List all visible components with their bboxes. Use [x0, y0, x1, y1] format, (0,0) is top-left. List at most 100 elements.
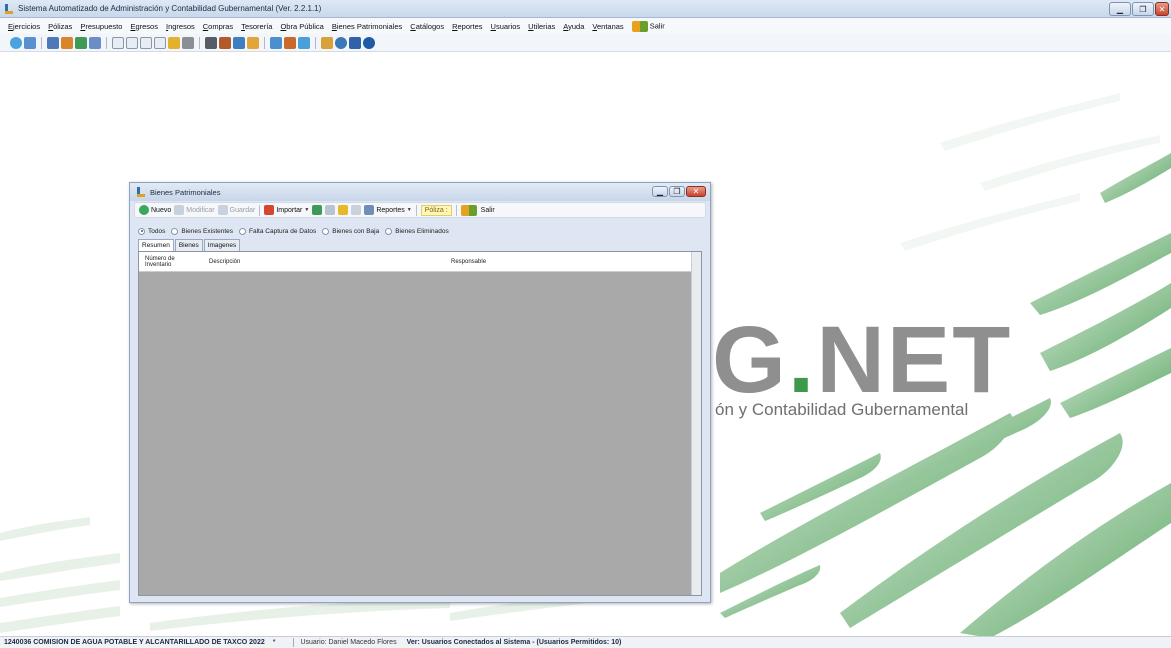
column-numero-line2: Inventario [145, 262, 172, 268]
toolbar-divider [415, 204, 417, 216]
menu-reportes[interactable]: Reportes [452, 22, 482, 31]
main-toolbar [0, 34, 1171, 52]
logo-net: NET [816, 307, 1013, 413]
toolbar-divider [199, 36, 200, 49]
column-responsable[interactable]: Responsable [451, 252, 486, 272]
menu-egresos[interactable]: Egresos [130, 22, 158, 31]
column-descripcion[interactable]: Descripción [209, 252, 240, 272]
reportes-button[interactable]: Reportes ▼ [364, 205, 412, 215]
tab-imagenes[interactable]: Imagenes [203, 239, 241, 251]
minimize-icon[interactable]: ▁ [1109, 2, 1131, 16]
radio-icon [239, 227, 247, 235]
tools-icon[interactable] [219, 36, 231, 49]
users-icon[interactable] [233, 36, 245, 49]
reportes-label: Reportes [376, 206, 405, 214]
menu-ayuda[interactable]: Ayuda [563, 22, 584, 31]
menu-usuarios[interactable]: Usuarios [491, 22, 521, 31]
column-numero-inventario-text: Número de Inventario [145, 256, 175, 268]
modificar-button[interactable]: Modificar [174, 205, 215, 215]
data-grid[interactable]: Número de Inventario Descripción Responsa… [138, 251, 702, 596]
poliza-field[interactable]: Póliza : [420, 204, 452, 216]
salir-button[interactable]: Salir [460, 204, 495, 216]
app-logo-icon [4, 3, 14, 14]
importar-button[interactable]: Importar ▼ [264, 205, 309, 215]
import-icon [264, 205, 275, 215]
toolbar-divider [315, 36, 316, 49]
menu-compras[interactable]: Compras [203, 22, 233, 31]
box-icon[interactable] [112, 36, 124, 49]
radio-bienes-existentes-label: Bienes Existentes [181, 227, 234, 235]
back-icon[interactable] [10, 36, 22, 49]
chevron-down-icon: ▼ [406, 207, 412, 213]
window-controls: ▁ ❐ ✕ [1109, 2, 1169, 16]
menu-tesoreria[interactable]: Tesorería [241, 22, 272, 31]
close-icon[interactable]: ✕ [1155, 2, 1169, 16]
restore-icon[interactable]: ❐ [1132, 2, 1154, 16]
radio-bienes-con-baja[interactable]: Bienes con Baja [322, 227, 379, 235]
main-menu-bar: Ejercicios Pólizas Presupuesto Egresos I… [0, 18, 1171, 34]
radio-bienes-eliminados[interactable]: Bienes Eliminados [385, 227, 449, 235]
box-icon[interactable] [140, 36, 152, 49]
ledger-icon[interactable] [61, 36, 73, 49]
menu-ventanas[interactable]: Ventanas [592, 22, 623, 31]
print-icon[interactable] [182, 36, 194, 49]
catalog-icon[interactable] [47, 36, 59, 49]
chart-icon[interactable] [89, 36, 101, 49]
menu-salir[interactable]: Salir [631, 20, 665, 32]
pencil-icon[interactable] [284, 36, 296, 49]
connected-users-link[interactable]: Ver: Usuarios Conectados al Sistema - (U… [407, 639, 622, 646]
menu-ejercicios[interactable]: Ejercicios [8, 22, 40, 31]
child-title-bar[interactable]: Bienes Patrimoniales ▁ ❐ ✕ [130, 183, 710, 201]
tab-resumen[interactable]: Resumen [138, 239, 174, 251]
radio-todos[interactable]: Todos [138, 227, 165, 235]
minimize-icon[interactable]: ▁ [652, 186, 668, 197]
radio-bienes-existentes[interactable]: Bienes Existentes [171, 227, 234, 235]
menu-utilerias[interactable]: Utilerias [528, 22, 555, 31]
grid-header: Número de Inventario Descripción Responsa… [139, 252, 692, 272]
toolbar-divider [264, 36, 265, 49]
status-user: Usuario: Daniel Macedo Flores [300, 639, 397, 646]
window-icon[interactable] [270, 36, 282, 49]
help-icon[interactable] [363, 36, 375, 49]
tab-strip: Resumen Bienes Imagenes [138, 239, 241, 251]
close-icon[interactable]: ✕ [686, 186, 706, 197]
search-icon[interactable] [335, 36, 347, 49]
guardar-button[interactable]: Guardar [217, 205, 256, 215]
toolbar-divider [259, 204, 261, 216]
restore-icon[interactable]: ❐ [669, 186, 685, 197]
vertical-scrollbar[interactable] [691, 252, 701, 595]
filter-icon[interactable] [338, 205, 349, 215]
radio-falta-captura[interactable]: Falta Captura de Datos [239, 227, 316, 235]
menu-catalogos[interactable]: Catálogos [410, 22, 444, 31]
excel-icon[interactable] [312, 205, 323, 215]
grid-icon[interactable] [349, 36, 361, 49]
menu-obra-publica[interactable]: Obra Pública [280, 22, 323, 31]
radio-selected-icon [138, 227, 145, 235]
exit-icon [631, 20, 648, 32]
report-icon[interactable] [24, 36, 36, 49]
folder-icon[interactable] [168, 36, 180, 49]
package-icon[interactable] [247, 36, 259, 49]
menu-presupuesto[interactable]: Presupuesto [80, 22, 122, 31]
chevron-down-icon: ▼ [304, 207, 310, 213]
calculator-icon[interactable] [205, 36, 217, 49]
box-icon[interactable] [154, 36, 166, 49]
menu-ingresos[interactable]: Ingresos [166, 22, 195, 31]
tree-icon[interactable] [321, 36, 333, 49]
export-icon[interactable] [325, 205, 336, 215]
logo-dot: . [787, 307, 817, 413]
gear-icon[interactable] [298, 36, 310, 49]
clear-filter-icon[interactable] [351, 205, 362, 215]
filter-radio-group: Todos Bienes Existentes Falta Captura de… [138, 226, 449, 236]
guardar-label: Guardar [229, 206, 256, 214]
tab-bienes[interactable]: Bienes [174, 239, 203, 251]
edit-icon [174, 205, 185, 215]
column-numero-inventario[interactable]: Número de Inventario [145, 252, 195, 272]
budget-icon[interactable] [75, 36, 87, 49]
box-icon[interactable] [126, 36, 138, 49]
nuevo-button[interactable]: Nuevo [139, 205, 171, 215]
menu-polizas[interactable]: Pólizas [48, 22, 72, 31]
status-marker: * [272, 639, 276, 646]
save-icon [217, 205, 228, 215]
menu-bienes-patrimoniales[interactable]: Bienes Patrimoniales [332, 22, 402, 31]
